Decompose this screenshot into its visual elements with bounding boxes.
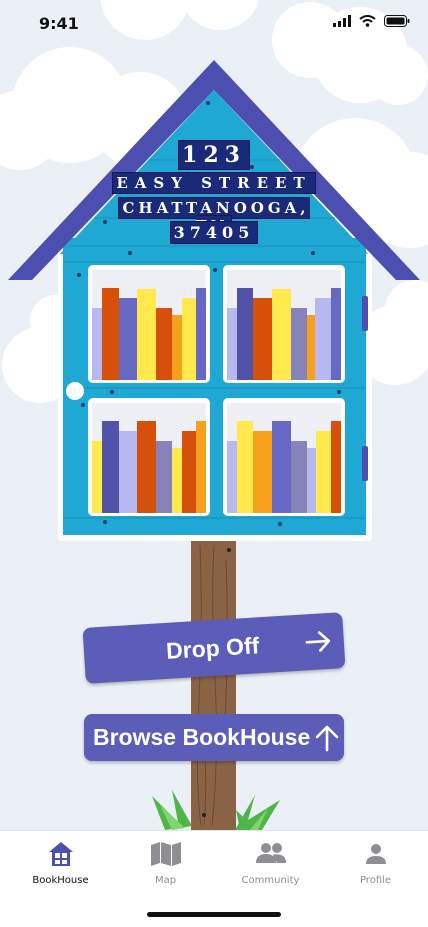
bookhouse-icon (48, 842, 73, 866)
shelf-bottom-right (223, 398, 345, 516)
community-icon (255, 843, 286, 863)
battery-icon (384, 15, 410, 27)
home-indicator (147, 912, 281, 917)
profile-icon (365, 844, 386, 864)
bookhouse-illustration (0, 0, 428, 830)
shelf-top-right (223, 265, 345, 383)
tab-label: BookHouse (32, 875, 89, 886)
status-bar: 9:41 (0, 0, 428, 50)
shelf-top-left (88, 265, 210, 383)
status-time: 9:41 (39, 14, 79, 33)
arrow-up-icon (315, 725, 339, 751)
tab-profile[interactable]: Profile (322, 841, 428, 886)
browse-bookhouse-button[interactable]: Browse BookHouse (84, 714, 344, 761)
shelf-bottom-left (88, 398, 210, 516)
tab-community[interactable]: Community (217, 841, 324, 886)
arrow-right-icon (305, 631, 331, 652)
wifi-icon (359, 15, 376, 27)
tab-label: Community (241, 875, 300, 886)
map-icon (150, 842, 181, 866)
tab-label: Map (154, 875, 177, 886)
address-zip: 37405 (100, 222, 328, 243)
tab-map[interactable]: Map (112, 841, 219, 886)
address-number: 123 (100, 141, 328, 169)
tab-bookhouse[interactable]: BookHouse (7, 841, 114, 886)
browse-label: Browse BookHouse (93, 724, 311, 750)
address-street: EASY STREET (100, 173, 328, 193)
tab-label: Profile (359, 875, 392, 886)
drop-off-label: Drop Off (165, 631, 260, 664)
signal-icon (333, 15, 351, 27)
